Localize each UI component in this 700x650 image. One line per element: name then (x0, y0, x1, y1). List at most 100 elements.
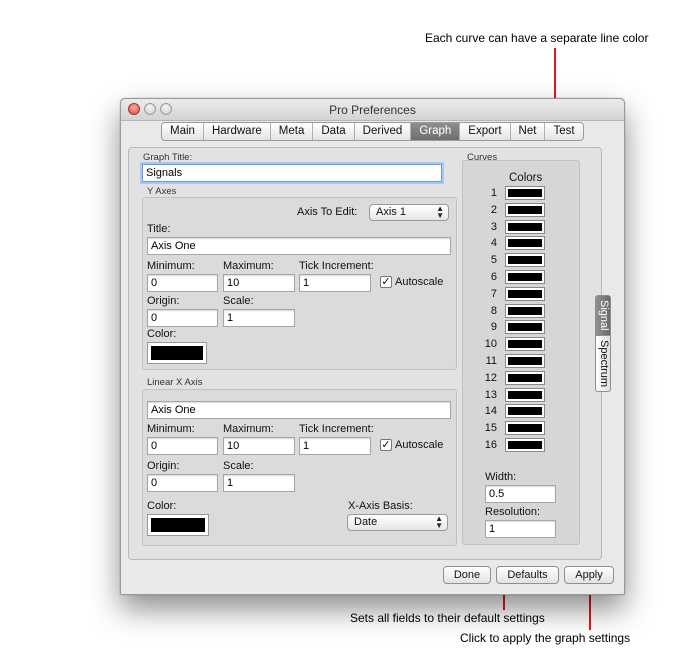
curve-number: 8 (490, 304, 497, 317)
x-scale-field[interactable]: 1 (223, 474, 295, 492)
curve-color-well[interactable] (505, 286, 545, 301)
curve-number: 7 (490, 287, 497, 300)
tab-graph[interactable]: Graph (411, 123, 461, 140)
curve-color-fill (508, 256, 542, 265)
title-bar: Pro Preferences (121, 99, 624, 121)
curve-color-well[interactable] (505, 370, 545, 385)
curve-color-well[interactable] (505, 202, 545, 217)
y-origin-label: Origin: (147, 295, 180, 307)
defaults-button[interactable]: Defaults (496, 566, 559, 584)
x-title-field[interactable]: Axis One (147, 401, 451, 419)
curve-color-fill (508, 373, 542, 382)
graph-title-field[interactable]: Signals (142, 164, 442, 182)
y-max-label: Maximum: (223, 260, 274, 272)
y-title-field[interactable]: Axis One (147, 237, 451, 255)
x-axis-group: Axis One Minimum: 0 Maximum: 10 Tick Inc… (142, 389, 457, 546)
curve-color-well[interactable] (505, 404, 545, 419)
colors-label: Colors (509, 172, 543, 184)
axis-to-edit-value: Axis 1 (376, 206, 406, 218)
curve-color-fill (508, 424, 542, 433)
y-scale-field[interactable]: 1 (223, 309, 295, 327)
curve-color-well[interactable] (505, 186, 545, 200)
tab-net[interactable]: Net (511, 123, 546, 140)
y-color-fill (151, 346, 203, 360)
side-tab-spectrum[interactable]: Spectrum (595, 335, 611, 392)
axis-to-edit-popup[interactable]: Axis 1 ▲ ▼ (369, 204, 449, 221)
axis-to-edit-label: Axis To Edit: (297, 206, 358, 218)
curve-color-fill (508, 289, 542, 298)
curve-number: 16 (484, 439, 497, 451)
x-scale-label: Scale: (223, 460, 254, 472)
curve-color-fill (508, 189, 542, 197)
curves-group: Colors 1 2 3 4 5 6 7 8 9 10 11 12 13 14 15 16 Width: 0.… (462, 160, 580, 545)
resolution-label: Resolution: (485, 506, 541, 518)
curve-color-well[interactable] (505, 354, 545, 368)
curve-color-well[interactable] (505, 270, 545, 284)
y-scale-label: Scale: (223, 295, 254, 307)
y-autoscale-checkbox[interactable]: ✓ (380, 276, 392, 288)
popup-arrows-icon: ▲ ▼ (436, 204, 444, 220)
tab-derived[interactable]: Derived (355, 123, 412, 140)
curve-number: 14 (484, 405, 497, 418)
tab-meta[interactable]: Meta (271, 123, 314, 140)
curve-color-well[interactable] (505, 387, 545, 402)
curve-color-well[interactable] (505, 219, 545, 234)
tab-main[interactable]: Main (162, 123, 204, 140)
y-origin-field[interactable]: 0 (147, 309, 218, 327)
curve-color-well[interactable] (505, 438, 545, 452)
curve-number: 4 (490, 237, 497, 250)
curve-number: 9 (490, 321, 497, 334)
tab-export[interactable]: Export (460, 123, 511, 140)
curve-color-fill (508, 273, 542, 281)
side-tab-strip: Signal Spectrum (595, 295, 611, 392)
curve-number: 2 (490, 203, 497, 216)
y-color-label: Color: (147, 328, 177, 340)
x-color-well[interactable] (147, 514, 209, 536)
curve-color-fill (508, 306, 542, 315)
curve-number: 15 (484, 422, 497, 435)
x-autoscale-label: Autoscale (395, 439, 444, 451)
x-tick-field[interactable]: 1 (299, 437, 371, 455)
graph-title-label: Graph Title: (143, 152, 193, 163)
graph-panel: Graph Title: Signals Y Axes Axis To Edit… (128, 147, 602, 560)
curve-color-well[interactable] (505, 303, 545, 318)
preferences-window: Pro Preferences Main Hardware Meta Data … (120, 98, 625, 595)
tab-hardware[interactable]: Hardware (204, 123, 271, 140)
curve-color-fill (508, 205, 542, 214)
tab-test[interactable]: Test (545, 123, 582, 140)
x-autoscale-checkbox[interactable]: ✓ (380, 439, 392, 451)
x-min-label: Minimum: (147, 423, 195, 435)
x-basis-value: Date (354, 516, 378, 528)
apply-button[interactable]: Apply (564, 566, 614, 584)
y-color-well[interactable] (147, 342, 207, 364)
curve-number: 6 (490, 271, 497, 283)
y-max-field[interactable]: 10 (223, 274, 295, 292)
x-basis-popup[interactable]: Date ▲ ▼ (347, 514, 448, 531)
x-min-field[interactable]: 0 (147, 437, 218, 455)
curve-color-fill (508, 222, 542, 231)
tab-data[interactable]: Data (313, 123, 355, 140)
width-field[interactable]: 0.5 (485, 485, 556, 503)
y-tick-label: Tick Increment: (299, 260, 374, 272)
y-axes-label: Y Axes (147, 186, 177, 197)
y-min-field[interactable]: 0 (147, 274, 218, 292)
x-basis-label: X-Axis Basis: (348, 500, 413, 512)
curve-color-well[interactable] (505, 337, 545, 352)
y-autoscale-label: Autoscale (395, 276, 444, 288)
curve-color-well[interactable] (505, 236, 545, 251)
curve-color-well[interactable] (505, 421, 545, 436)
curve-color-well[interactable] (505, 253, 545, 268)
x-tick-label: Tick Increment: (299, 423, 374, 435)
x-max-field[interactable]: 10 (223, 437, 295, 455)
y-min-label: Minimum: (147, 260, 195, 272)
x-color-fill (151, 518, 205, 532)
side-tab-signal[interactable]: Signal (595, 295, 611, 336)
resolution-field[interactable]: 1 (485, 520, 556, 538)
curve-color-fill (508, 390, 542, 399)
curve-color-well[interactable] (505, 320, 545, 335)
width-label: Width: (485, 471, 517, 483)
done-button[interactable]: Done (443, 566, 491, 584)
x-origin-field[interactable]: 0 (147, 474, 218, 492)
annotation-apply: Click to apply the graph settings (460, 631, 631, 645)
y-tick-field[interactable]: 1 (299, 274, 371, 292)
